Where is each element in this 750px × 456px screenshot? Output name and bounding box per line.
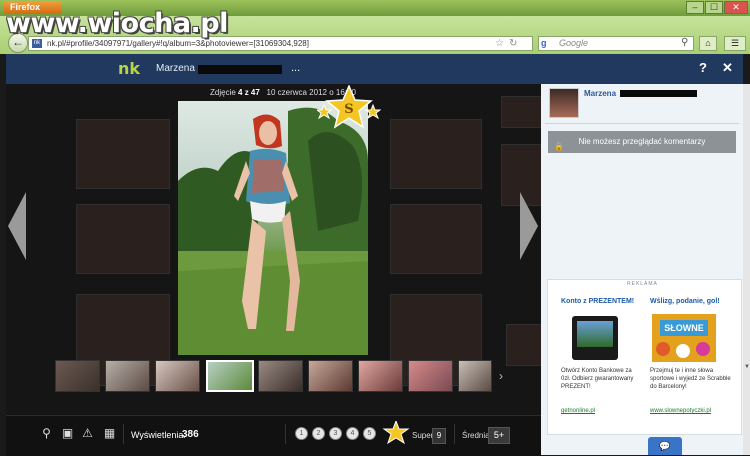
avatar[interactable]	[549, 88, 579, 118]
magnifier-icon[interactable]: ⚲	[40, 427, 53, 440]
google-icon: g	[541, 38, 547, 48]
rating-2-button[interactable]: 2	[312, 427, 325, 440]
photo-thumbnail[interactable]	[155, 360, 200, 392]
photo-thumbnail[interactable]	[258, 360, 303, 392]
close-viewer-button[interactable]: ✕	[722, 60, 733, 76]
average-value: 5+	[488, 427, 510, 444]
rating-3-button[interactable]: 3	[329, 427, 342, 440]
super-count: 9	[432, 428, 446, 444]
search-box[interactable]: g Google ⚲	[538, 36, 694, 51]
ad1-link[interactable]: getnonline.pl	[561, 408, 595, 414]
sidebar-profile-name[interactable]: Marzena	[584, 89, 616, 98]
fit-screen-icon[interactable]: ▣	[61, 427, 74, 440]
ad-label: REKLAMA	[627, 281, 658, 287]
maximize-button[interactable]: ☐	[705, 1, 723, 14]
ad2-title[interactable]: Wślizg, podanie, gol!	[650, 298, 720, 305]
super-photo-star-badge: S	[315, 84, 382, 134]
background-tile	[76, 119, 170, 189]
thumbnails-next-button[interactable]: ›	[495, 360, 507, 392]
scroll-down-arrow-icon[interactable]: ▼	[744, 364, 750, 372]
main-photo[interactable]	[178, 101, 368, 355]
super-label: Super	[412, 431, 434, 440]
photo-index: 4 z 47	[238, 88, 260, 97]
home-button[interactable]: ⌂	[699, 36, 717, 51]
close-window-button[interactable]: ✕	[724, 1, 748, 14]
photo-label: Zdjęcie	[210, 88, 236, 97]
bookmark-star-icon[interactable]: ☆	[495, 37, 504, 50]
refresh-icon[interactable]: ↻	[509, 37, 517, 50]
search-input[interactable]: Google	[559, 38, 588, 48]
photo-thumbnail[interactable]	[105, 360, 150, 392]
background-tile	[506, 324, 541, 366]
minimize-button[interactable]: –	[686, 1, 704, 14]
profile-name-link[interactable]: Marzena	[156, 63, 195, 74]
redacted-surname	[620, 90, 697, 97]
chat-bubble-icon: 💬	[659, 441, 671, 451]
super-badge-letter: S	[344, 102, 353, 117]
redacted-surname	[198, 65, 282, 74]
breadcrumb-more[interactable]: ...	[291, 62, 300, 74]
toolbar-divider	[123, 424, 124, 444]
ad2-scrabble-image[interactable]: SŁOWNE	[652, 314, 716, 362]
ad1-text: Otwórz Konto Bankowe za 0zł. Odbierz gwa…	[561, 368, 634, 390]
watermark-text: www.wiocha.pl	[6, 8, 228, 39]
ad1-title[interactable]: Konto z PREZENTEM!	[561, 298, 634, 305]
nk-logo[interactable]: nk	[118, 59, 140, 78]
super-rating-star-icon[interactable]	[382, 419, 410, 448]
picture-icon[interactable]: ▦	[103, 427, 116, 440]
viewer-header: nk Marzena ... ? ✕	[6, 54, 743, 84]
search-icon[interactable]: ⚲	[681, 37, 688, 48]
background-tile	[390, 119, 482, 189]
rating-4-button[interactable]: 4	[346, 427, 359, 440]
views-label: Wyświetlenia:	[131, 430, 186, 440]
background-tile	[390, 204, 482, 274]
views-count: 386	[182, 429, 199, 440]
photo-thumbnail[interactable]	[458, 360, 492, 392]
comments-disabled-notice: 🔒 Nie możesz przeglądać komentarzy	[548, 131, 736, 153]
menu-icon: ☰	[730, 38, 740, 48]
photo-thumbnail[interactable]	[55, 360, 100, 392]
home-icon: ⌂	[705, 38, 711, 48]
rating-5-button[interactable]: 5	[363, 427, 376, 440]
toolbar-divider	[454, 424, 455, 444]
chat-button[interactable]: 💬	[648, 437, 682, 455]
next-photo-arrow[interactable]	[520, 192, 538, 260]
page-scrollbar[interactable]	[743, 84, 750, 455]
comments-notice-text: Nie możesz przeglądać komentarzy	[578, 137, 706, 146]
help-button[interactable]: ?	[699, 60, 707, 75]
photo-illustration	[178, 107, 368, 355]
ad1-gps-device-image[interactable]	[572, 316, 618, 360]
sidebar-divider	[545, 123, 739, 124]
ad2-link[interactable]: www.slownepotyczki.pl	[650, 408, 711, 414]
ad2-text: Przejmuj te i inne słowa sportowe i wyje…	[650, 368, 731, 390]
site-favicon-icon: nk	[32, 39, 42, 48]
menu-button[interactable]: ☰	[724, 36, 746, 51]
background-tile	[76, 204, 170, 274]
warning-icon[interactable]: ⚠	[81, 427, 94, 440]
photo-thumbnail-active[interactable]	[206, 360, 254, 392]
photo-thumbnail[interactable]	[408, 360, 453, 392]
toolbar-divider	[285, 424, 286, 444]
photo-thumbnail[interactable]	[358, 360, 403, 392]
previous-photo-arrow[interactable]	[8, 192, 26, 260]
background-tile	[501, 96, 541, 128]
rating-1-button[interactable]: 1	[295, 427, 308, 440]
lock-icon: 🔒	[554, 142, 564, 151]
photo-thumbnail[interactable]	[308, 360, 353, 392]
